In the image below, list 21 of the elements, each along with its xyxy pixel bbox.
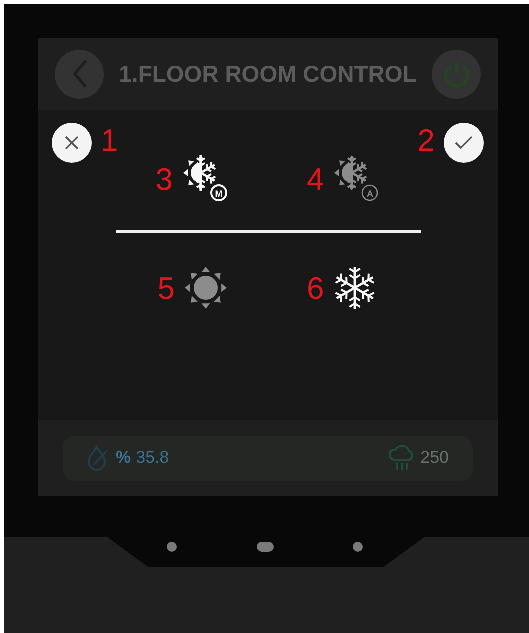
close-icon bbox=[65, 136, 79, 150]
screen-title: 1.FLOOR ROOM CONTROL bbox=[119, 60, 417, 89]
annotation-number: 3 bbox=[156, 164, 173, 194]
annotation-number: 6 bbox=[307, 272, 324, 304]
annotation-number: 4 bbox=[307, 164, 324, 194]
co2-cloud-icon bbox=[388, 444, 416, 472]
sun-icon[interactable] bbox=[183, 265, 229, 311]
check-icon bbox=[455, 136, 473, 150]
reading-value: 250 bbox=[420, 447, 449, 470]
reading-value: 35.8 bbox=[136, 447, 170, 470]
confirm-button[interactable] bbox=[444, 123, 484, 163]
annotation-number: 5 bbox=[158, 272, 175, 304]
close-button[interactable] bbox=[52, 123, 92, 163]
unit-label: % bbox=[116, 447, 132, 470]
sun-snowflake-icon[interactable] bbox=[181, 155, 229, 203]
annotation-number: 1 bbox=[101, 125, 118, 156]
mode-letter: M bbox=[214, 189, 224, 199]
indicator-light bbox=[167, 542, 177, 552]
mode-letter: A bbox=[366, 189, 374, 199]
annotation-number: 2 bbox=[418, 125, 435, 156]
indicator-light bbox=[353, 542, 363, 552]
